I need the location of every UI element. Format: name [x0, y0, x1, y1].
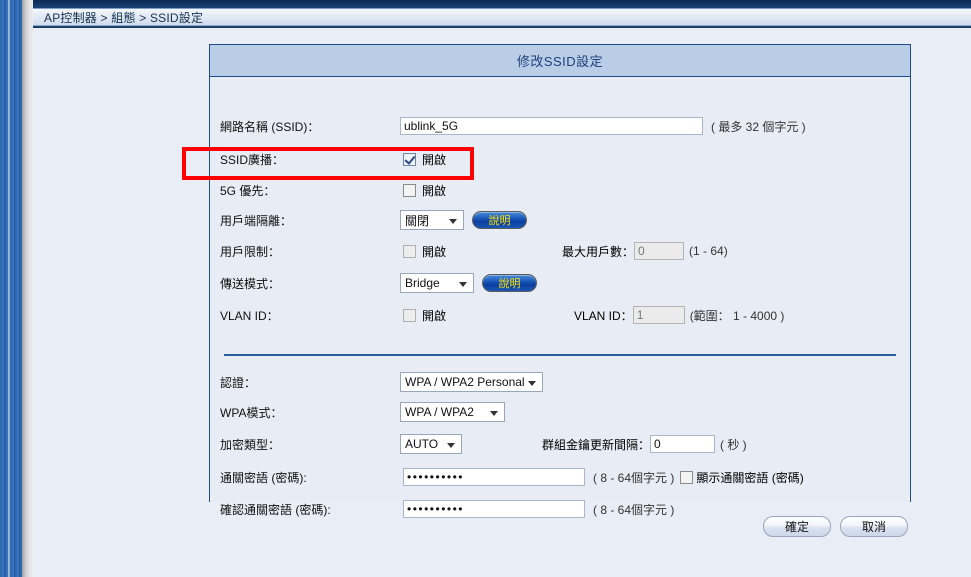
client-isolation-label: 用戶端隔離：	[220, 212, 292, 229]
group-key-interval-label: 群組金鑰更新間隔：	[542, 436, 650, 453]
ok-button[interactable]: 確定	[763, 516, 831, 537]
client-isolation-field-group: 關閉 說明	[400, 210, 527, 230]
confirm-passphrase-label: 確認通關密語 (密碼):	[220, 501, 331, 518]
5g-priority-label: 5G 優先：	[220, 182, 275, 199]
max-clients-input[interactable]	[634, 242, 684, 260]
transmit-mode-label: 傳送模式：	[220, 275, 280, 292]
max-clients-label: 最大用戶數：	[562, 243, 634, 260]
wpa-mode-label: WPA模式：	[220, 404, 282, 421]
ssid-broadcast-checkbox[interactable]	[403, 153, 416, 166]
row-client-limit: 用戶限制： 開啟 最大用戶數： (1 - 64)	[210, 236, 910, 266]
ssid-broadcast-field-group: 開啟	[403, 151, 446, 168]
ssid-broadcast-checkbox-label: 開啟	[422, 151, 446, 168]
transmit-mode-help-button[interactable]: 說明	[482, 274, 537, 292]
row-wpa-mode: WPA模式： WPA / WPA2	[210, 397, 910, 427]
vlan-checkbox-group: 開啟	[403, 307, 446, 324]
max-clients-group: 最大用戶數： (1 - 64)	[562, 242, 728, 260]
encryption-select-value: AUTO	[405, 437, 438, 451]
vlan-id-hint: (範圍： 1 - 4000 )	[690, 307, 785, 324]
5g-priority-field-group: 開啟	[403, 182, 446, 199]
row-client-isolation: 用戶端隔離： 關閉 說明	[210, 205, 910, 235]
client-limit-checkbox-label: 開啟	[422, 243, 446, 260]
encryption-label: 加密類型：	[220, 436, 280, 453]
authentication-field-group: WPA / WPA2 Personal	[400, 372, 543, 392]
authentication-select-value: WPA / WPA2 Personal	[405, 375, 525, 389]
left-gutter	[22, 0, 33, 577]
cancel-button[interactable]: 取消	[840, 516, 908, 537]
left-decorative-strip	[0, 0, 22, 577]
ssid-settings-panel: 修改SSID設定 網路名稱 (SSID)： ( 最多 32 個字元 ) SSID…	[209, 44, 911, 502]
max-clients-hint: (1 - 64)	[689, 244, 728, 258]
ssid-name-field-group: ( 最多 32 個字元 )	[400, 117, 806, 135]
wpa-mode-select[interactable]: WPA / WPA2	[400, 402, 505, 422]
panel-header: 修改SSID設定	[210, 45, 910, 77]
row-transmit-mode: 傳送模式： Bridge 說明	[210, 268, 910, 298]
passphrase-hint: ( 8 - 64個字元 )	[593, 469, 674, 486]
vlan-id-group: VLAN ID： (範圍： 1 - 4000 )	[574, 306, 784, 324]
transmit-mode-select-value: Bridge	[405, 276, 440, 290]
encryption-field-group: AUTO	[400, 434, 462, 454]
vlan-enable-checkbox-label: 開啟	[422, 307, 446, 324]
row-ssid-name: 網路名稱 (SSID)： ( 最多 32 個字元 )	[210, 111, 910, 141]
encryption-select[interactable]: AUTO	[400, 434, 462, 454]
authentication-select[interactable]: WPA / WPA2 Personal	[400, 372, 543, 392]
passphrase-field-group: ( 8 - 64個字元 ) 顯示通關密語 (密碼)	[403, 468, 804, 486]
row-passphrase: 通關密語 (密碼): ( 8 - 64個字元 ) 顯示通關密語 (密碼)	[210, 462, 910, 492]
5g-priority-checkbox[interactable]	[403, 184, 416, 197]
vlan-id-label: VLAN ID：	[574, 307, 633, 324]
section-divider	[224, 354, 896, 356]
show-passphrase-checkbox[interactable]	[680, 471, 693, 484]
confirm-passphrase-hint: ( 8 - 64個字元 )	[593, 501, 674, 518]
ssid-input[interactable]	[400, 117, 703, 135]
confirm-passphrase-input[interactable]	[403, 500, 585, 518]
vlan-enable-checkbox[interactable]	[403, 309, 416, 322]
row-ssid-broadcast: SSID廣播： 開啟	[210, 144, 910, 174]
client-limit-checkbox-group: 開啟	[403, 243, 446, 260]
group-key-interval-group: 群組金鑰更新間隔： ( 秒 )	[542, 435, 747, 453]
ssid-name-label: 網路名稱 (SSID)：	[220, 118, 319, 135]
show-passphrase-label: 顯示通關密語 (密碼)	[696, 469, 803, 486]
ssid-broadcast-label: SSID廣播：	[220, 151, 284, 168]
client-isolation-help-button[interactable]: 說明	[472, 211, 527, 229]
passphrase-input[interactable]	[403, 468, 585, 486]
row-5g-priority: 5G 優先： 開啟	[210, 175, 910, 205]
confirm-passphrase-field-group: ( 8 - 64個字元 )	[403, 500, 674, 518]
group-key-interval-hint: ( 秒 )	[720, 436, 747, 453]
passphrase-label: 通關密語 (密碼):	[220, 469, 307, 486]
left-strip-highlight	[8, 0, 10, 577]
transmit-mode-field-group: Bridge 說明	[400, 273, 537, 293]
page-title: 修改SSID設定	[517, 51, 603, 70]
5g-priority-checkbox-label: 開啟	[422, 182, 446, 199]
vlan-label: VLAN ID：	[220, 307, 279, 324]
client-isolation-select[interactable]: 關閉	[400, 210, 464, 230]
row-authentication: 認證： WPA / WPA2 Personal	[210, 367, 910, 397]
wpa-mode-field-group: WPA / WPA2	[400, 402, 505, 422]
breadcrumb: AP控制器 > 組態 > SSID設定	[44, 9, 203, 26]
transmit-mode-select[interactable]: Bridge	[400, 273, 474, 293]
row-encryption: 加密類型： AUTO 群組金鑰更新間隔： ( 秒 )	[210, 429, 910, 459]
wpa-mode-select-value: WPA / WPA2	[405, 405, 474, 419]
client-limit-checkbox[interactable]	[403, 245, 416, 258]
client-isolation-select-value: 關閉	[405, 212, 429, 229]
ssid-name-hint: ( 最多 32 個字元 )	[711, 118, 806, 135]
page-root: AP控制器 > 組態 > SSID設定 修改SSID設定 網路名稱 (SSID)…	[0, 0, 971, 577]
panel-body: 網路名稱 (SSID)： ( 最多 32 個字元 ) SSID廣播： 開啟 5G…	[210, 77, 910, 502]
row-vlan: VLAN ID： 開啟 VLAN ID： (範圍： 1 - 4000 )	[210, 300, 910, 330]
vlan-id-input[interactable]	[633, 306, 685, 324]
authentication-label: 認證：	[220, 374, 256, 391]
client-limit-label: 用戶限制：	[220, 243, 280, 260]
group-key-interval-input[interactable]	[650, 435, 715, 453]
